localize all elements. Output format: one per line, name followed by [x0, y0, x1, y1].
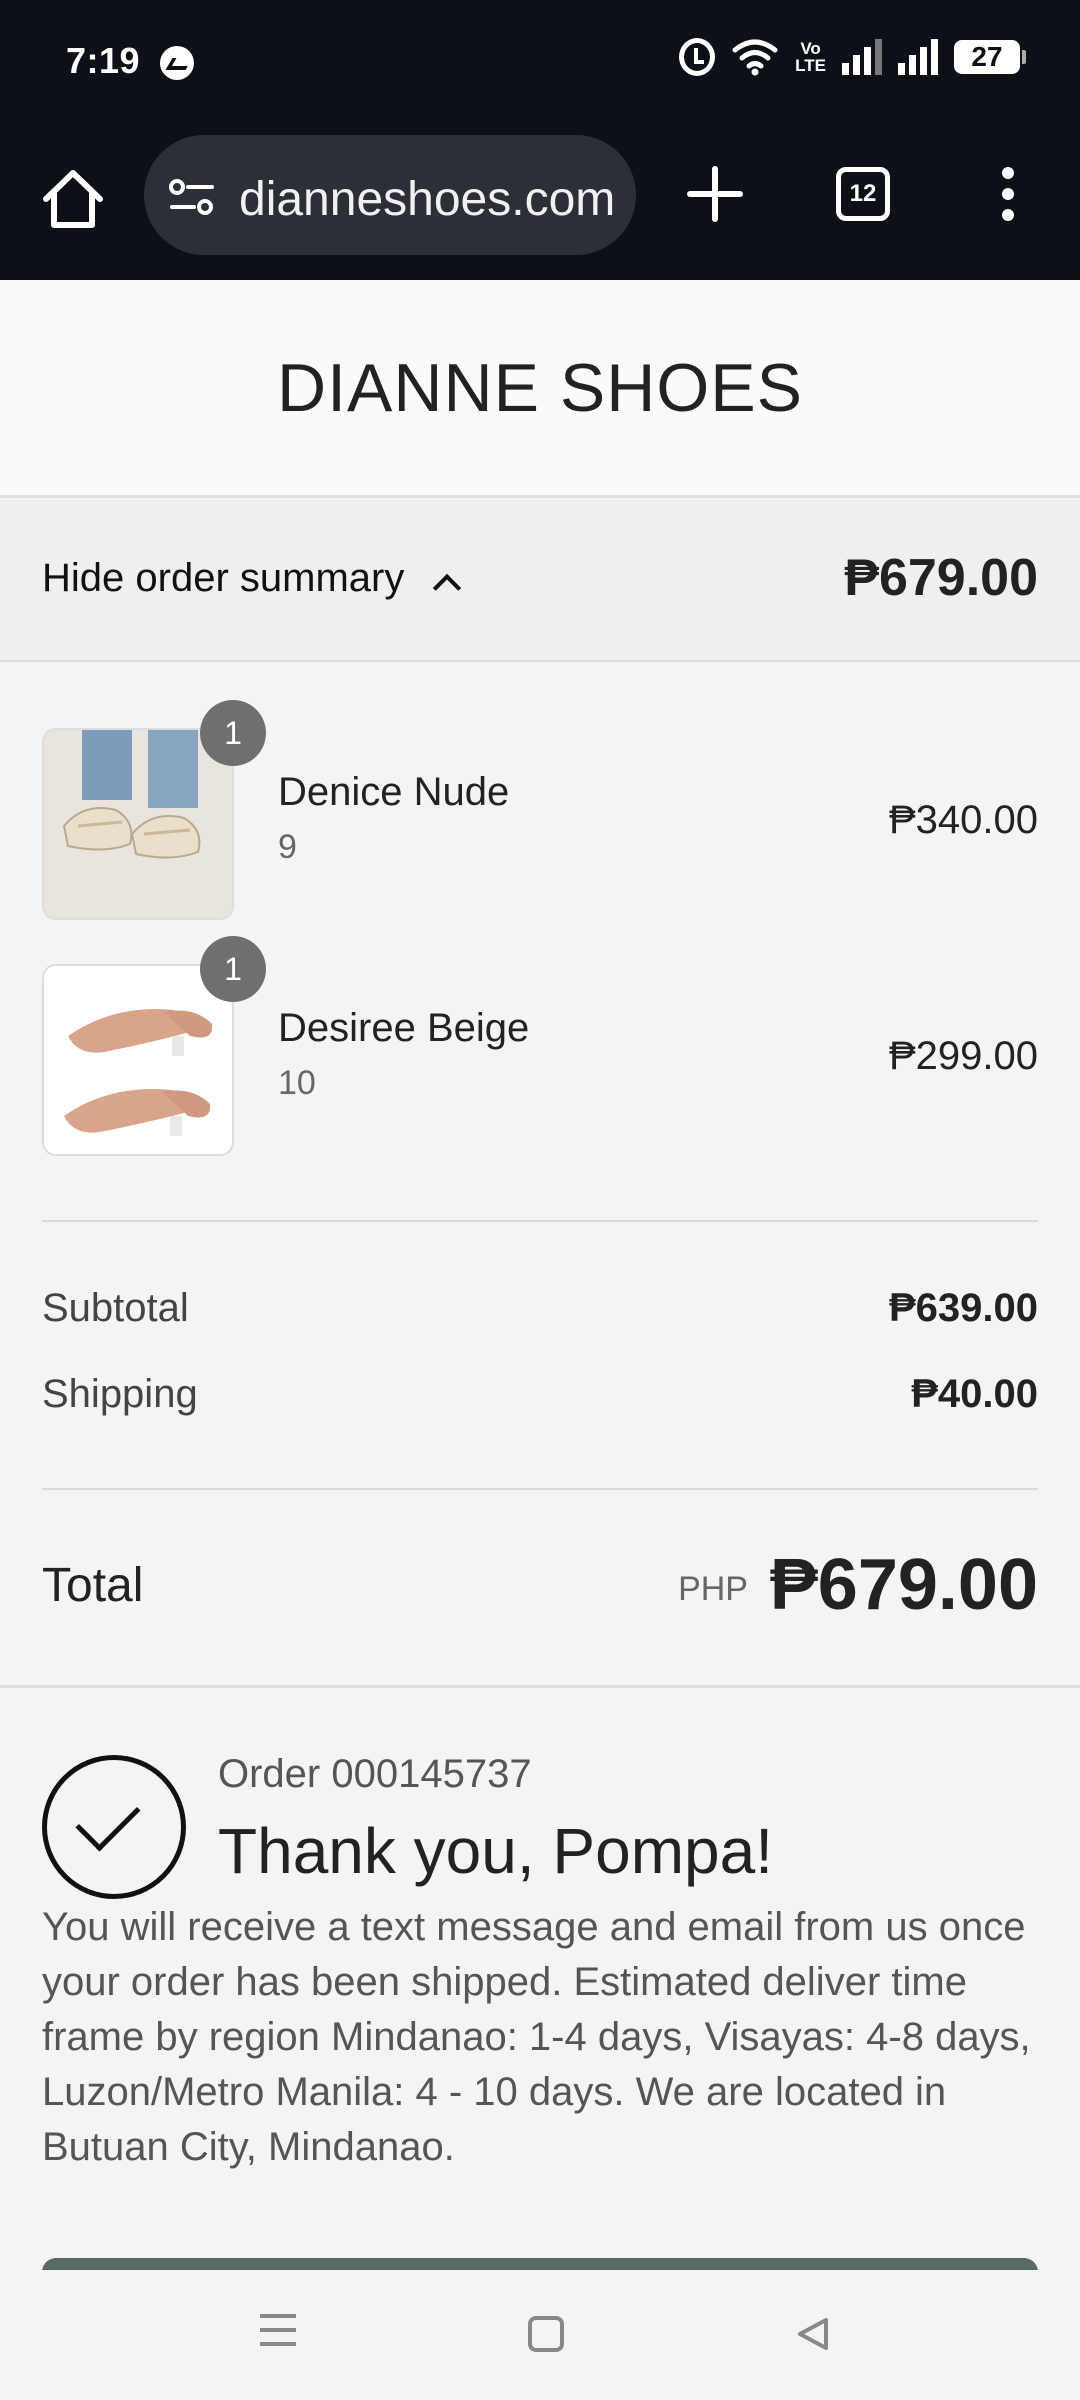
shipping-value: ₱40.00 [911, 1372, 1038, 1416]
url-text[interactable]: dianneshoes.com [239, 172, 615, 227]
section-divider [0, 1685, 1080, 1688]
brand-logo[interactable]: DIANNE SHOES [277, 349, 803, 427]
battery-level: 27 [971, 41, 1003, 72]
product-image [42, 964, 234, 1156]
volte-icon: Vo LTE [795, 40, 826, 74]
recents-icon[interactable] [260, 2314, 296, 2350]
alarm-icon [679, 38, 716, 76]
shipping-row: Shipping ₱40.00 [42, 1372, 1038, 1428]
site-header: DIANNE SHOES [0, 280, 1080, 498]
volte-bottom: LTE [795, 56, 826, 75]
divider [42, 1220, 1038, 1222]
wifi-icon [732, 39, 778, 76]
item-variant: 10 [278, 1064, 316, 1102]
status-time: 7:19 [66, 40, 141, 81]
item-price: ₱340.00 [888, 798, 1038, 842]
order-summary-total: ₱679.00 [844, 549, 1038, 607]
thank-you-heading: Thank you, Pompa! [218, 1815, 773, 1887]
browser-toolbar: dianneshoes.com 12 [0, 125, 1080, 280]
shipping-label: Shipping [42, 1372, 198, 1416]
line-item: 1 Desiree Beige 10 ₱299.00 [42, 936, 1038, 1156]
checkmark-circle-icon [42, 1755, 186, 1899]
messenger-icon [160, 46, 194, 80]
quantity-badge: 1 [200, 936, 266, 1002]
tabs-icon[interactable]: 12 [836, 167, 890, 221]
item-name: Desiree Beige [278, 1006, 530, 1050]
total-row: Total PHP ₱679.00 [42, 1530, 1038, 1640]
chevron-up-icon [432, 573, 462, 603]
home-icon[interactable] [38, 165, 108, 235]
order-summary-toggle-label[interactable]: Hide order summary [42, 556, 404, 601]
subtotal-value: ₱639.00 [888, 1286, 1038, 1330]
item-variant: 9 [278, 828, 297, 866]
line-item: 1 Denice Nude 9 ₱340.00 [42, 700, 1038, 920]
back-icon[interactable] [794, 2316, 830, 2352]
total-currency: PHP [678, 1570, 748, 1608]
order-summary-toggle[interactable]: Hide order summary ₱679.00 [0, 500, 1080, 662]
quantity-badge: 1 [200, 700, 266, 766]
item-price: ₱299.00 [888, 1034, 1038, 1078]
system-navigation-bar [0, 2270, 1080, 2400]
battery-icon: 27 [954, 40, 1026, 74]
total-value: ₱679.00 [769, 1545, 1038, 1625]
new-tab-icon[interactable] [684, 163, 746, 225]
product-image [42, 728, 234, 920]
item-name: Denice Nude [278, 770, 510, 814]
confirmation-message: You will receive a text message and emai… [42, 1905, 1031, 2169]
order-number: Order 000145737 [218, 1752, 532, 1796]
signal-icon-2 [898, 39, 938, 75]
divider [42, 1488, 1038, 1490]
url-bar[interactable]: dianneshoes.com [144, 135, 636, 255]
subtotal-label: Subtotal [42, 1286, 189, 1330]
status-bar: 7:19 Vo LTE 27 [0, 0, 1080, 125]
status-icons: Vo LTE 27 [679, 38, 1026, 76]
signal-icon [842, 39, 882, 75]
home-icon[interactable] [528, 2316, 564, 2352]
total-label: Total [42, 1559, 144, 1612]
site-settings-icon[interactable] [168, 177, 216, 217]
subtotal-row: Subtotal ₱639.00 [42, 1286, 1038, 1342]
more-options-icon[interactable] [998, 167, 1018, 227]
